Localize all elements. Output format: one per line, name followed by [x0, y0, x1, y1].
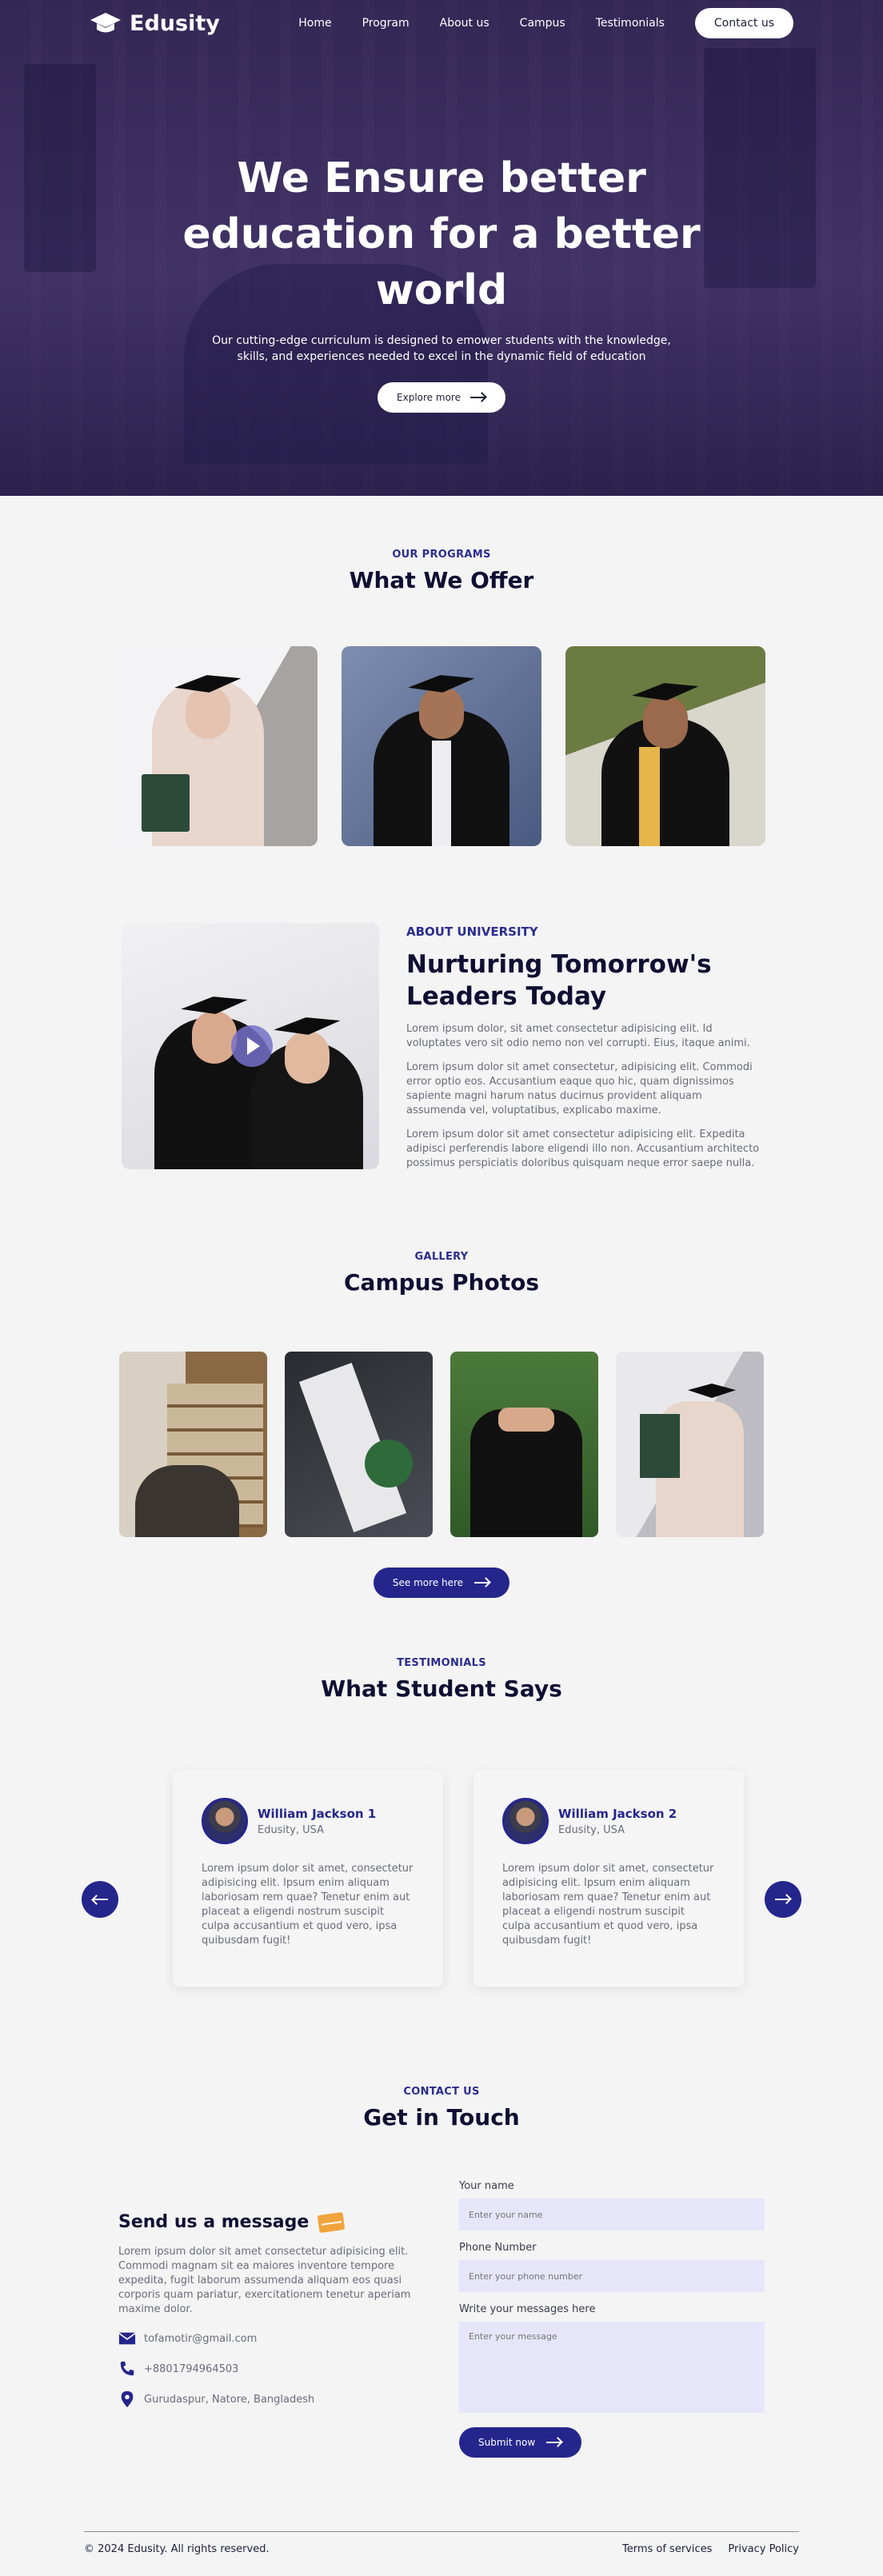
about-paragraph: Lorem ipsum dolor, sit amet consectetur …	[406, 1023, 750, 1049]
gallery-eyebrow: GALLERY	[414, 1251, 469, 1263]
testimonial-card: William Jackson 2 Edusity, USA Lorem ips…	[473, 1771, 744, 1987]
about-paragraph: Lorem ipsum dolor sit amet consectetur a…	[406, 1128, 760, 1169]
programs-eyebrow: OUR PROGRAMS	[392, 549, 491, 561]
explore-more-label: Explore more	[397, 392, 461, 403]
contact-phone: +8801794964503	[118, 2360, 419, 2378]
location-pin-icon	[121, 2390, 134, 2408]
gallery-photo-4[interactable]	[616, 1352, 764, 1537]
about-video-thumbnail[interactable]	[122, 923, 379, 1169]
contact-us-button[interactable]: Contact us	[694, 8, 793, 38]
program-card-2[interactable]	[342, 646, 541, 846]
message-label: Write your messages here	[459, 2303, 596, 2315]
contact-form: Your name Phone Number Write your messag…	[459, 2180, 765, 2458]
nav-links: Home Program About us Campus Testimonial…	[298, 8, 793, 38]
play-icon[interactable]	[231, 1025, 273, 1067]
program-card-3[interactable]	[565, 646, 765, 846]
message-textarea[interactable]	[459, 2322, 765, 2413]
programs-section: OUR PROGRAMS What We Offer	[0, 496, 883, 846]
terms-link[interactable]: Terms of services	[622, 2543, 712, 2555]
avatar	[502, 1798, 549, 1844]
about-section: ABOUT UNIVERSITY Nurturing Tomorrow's Le…	[122, 923, 761, 1171]
next-slide-button[interactable]	[765, 1881, 801, 1918]
hero-content: We Ensure better education for a better …	[0, 150, 883, 413]
contact-eyebrow: CONTACT US	[403, 2086, 480, 2098]
address-text: Gurudaspur, Natore, Bangladesh	[144, 2393, 315, 2406]
hero-subtitle: Our cutting-edge curriculum is designed …	[212, 334, 671, 363]
brand-name: Edusity	[130, 10, 220, 36]
copyright-text: © 2024 Edusity. All rights reserved.	[84, 2543, 270, 2555]
email-text: tofamotir@gmail.com	[144, 2332, 258, 2345]
programs-title: What We Offer	[349, 567, 534, 593]
about-title: Nurturing Tomorrow's Leaders Today	[406, 950, 712, 1011]
send-message-heading: Send us a message	[118, 2211, 419, 2233]
arrow-right-icon	[546, 2438, 562, 2446]
send-message-title: Send us a message	[118, 2212, 310, 2232]
name-input[interactable]	[459, 2199, 765, 2231]
hero-section: Edusity Home Program About us Campus Tes…	[0, 0, 883, 496]
phone-icon	[120, 2361, 134, 2376]
navbar: Edusity Home Program About us Campus Tes…	[0, 0, 883, 46]
testimonial-slider: William Jackson 1 Edusity, USA Lorem ips…	[82, 1771, 801, 1987]
program-card-1[interactable]	[118, 646, 318, 846]
testimonials-title: What Student Says	[321, 1675, 562, 1702]
submit-label: Submit now	[478, 2437, 536, 2448]
nav-link-about[interactable]: About us	[440, 17, 489, 30]
phone-input[interactable]	[459, 2260, 765, 2292]
testimonial-name: William Jackson 2	[558, 1806, 677, 1821]
gallery-photos	[0, 1352, 883, 1537]
arrow-right-icon	[775, 1895, 791, 1903]
explore-more-button[interactable]: Explore more	[378, 382, 505, 413]
nav-link-testimonials[interactable]: Testimonials	[596, 17, 665, 30]
arrow-left-icon	[92, 1895, 108, 1903]
contact-info: Send us a message Lorem ipsum dolor sit …	[118, 2180, 419, 2458]
nav-link-program[interactable]: Program	[362, 17, 410, 30]
testimonial-text: Lorem ipsum dolor sit amet, consectetur …	[502, 1863, 714, 1947]
testimonials-section: TESTIMONIALS What Student Says William J…	[0, 1598, 883, 1987]
privacy-link[interactable]: Privacy Policy	[728, 2543, 799, 2555]
arrow-right-icon	[474, 1579, 490, 1587]
contact-title: Get in Touch	[363, 2104, 520, 2131]
phone-text: +8801794964503	[144, 2362, 239, 2375]
hero-title: We Ensure better education for a better …	[182, 154, 701, 314]
see-more-label: See more here	[392, 1577, 464, 1588]
testimonial-location: Edusity, USA	[558, 1823, 625, 1836]
arrow-right-icon	[469, 393, 486, 401]
gallery-photo-2[interactable]	[285, 1352, 433, 1537]
graduation-cap-icon	[90, 13, 121, 33]
testimonial-location: Edusity, USA	[258, 1823, 325, 1836]
gallery-section: GALLERY Campus Photos See more here	[0, 1171, 883, 1598]
gallery-title: Campus Photos	[344, 1269, 539, 1296]
mail-icon	[118, 2332, 136, 2345]
nav-link-campus[interactable]: Campus	[520, 17, 565, 30]
program-cards	[0, 646, 883, 846]
contact-description: Lorem ipsum dolor sit amet consectetur a…	[118, 2246, 411, 2315]
avatar	[202, 1798, 248, 1844]
submit-button[interactable]: Submit now	[459, 2427, 582, 2458]
gallery-photo-1[interactable]	[119, 1352, 267, 1537]
testimonial-card: William Jackson 1 Edusity, USA Lorem ips…	[173, 1771, 443, 1987]
about-paragraph: Lorem ipsum dolor sit amet consectetur, …	[406, 1061, 753, 1116]
testimonial-name: William Jackson 1	[258, 1806, 377, 1821]
contact-section: CONTACT US Get in Touch Send us a messag…	[0, 1987, 883, 2458]
previous-slide-button[interactable]	[82, 1881, 118, 1918]
envelope-icon	[317, 2211, 346, 2233]
nav-link-home[interactable]: Home	[298, 17, 331, 30]
phone-label: Phone Number	[459, 2242, 537, 2254]
gallery-photo-3[interactable]	[450, 1352, 598, 1537]
contact-address: Gurudaspur, Natore, Bangladesh	[118, 2390, 419, 2408]
name-label: Your name	[459, 2180, 514, 2192]
about-eyebrow: ABOUT UNIVERSITY	[406, 925, 538, 939]
brand-logo[interactable]: Edusity	[90, 11, 220, 36]
contact-email: tofamotir@gmail.com	[118, 2330, 419, 2347]
testimonials-eyebrow: TESTIMONIALS	[397, 1657, 486, 1669]
testimonial-text: Lorem ipsum dolor sit amet, consectetur …	[202, 1863, 414, 1947]
see-more-button[interactable]: See more here	[373, 1568, 510, 1598]
